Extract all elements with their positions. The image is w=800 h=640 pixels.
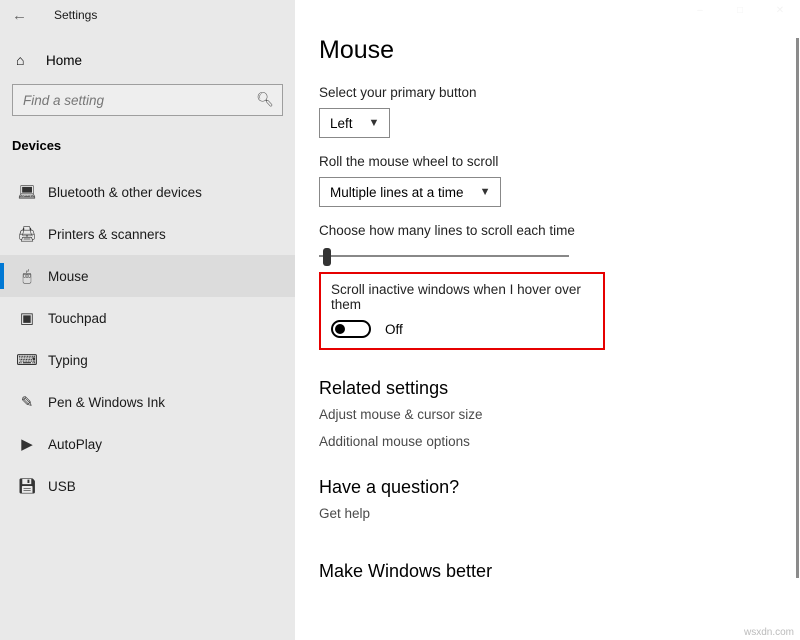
- slider-thumb[interactable]: [323, 248, 331, 266]
- sidebar-item-touchpad[interactable]: ▣ Touchpad: [0, 297, 295, 339]
- printer-icon: 🖨︎: [16, 225, 38, 243]
- inactive-toggle[interactable]: [331, 320, 371, 338]
- toggle-knob: [335, 324, 345, 334]
- sidebar-item-label: Pen & Windows Ink: [48, 395, 165, 410]
- sidebar-item-usb[interactable]: 💾︎ USB: [0, 465, 295, 507]
- sidebar-item-label: Touchpad: [48, 311, 107, 326]
- link-get-help[interactable]: Get help: [319, 506, 800, 521]
- touchpad-icon: ▣: [16, 309, 38, 327]
- sidebar-item-label: USB: [48, 479, 76, 494]
- sidebar-item-printers[interactable]: 🖨︎ Printers & scanners: [0, 213, 295, 255]
- home-icon: ⌂: [16, 52, 38, 68]
- inactive-label: Scroll inactive windows when I hover ove…: [331, 282, 593, 312]
- category-header: Devices: [0, 124, 295, 163]
- sidebar-item-label: AutoPlay: [48, 437, 102, 452]
- keyboard-icon: ⌨: [16, 351, 38, 369]
- content-pane: – □ ✕ Mouse Select your primary button L…: [295, 0, 800, 640]
- usb-icon: 💾︎: [16, 477, 38, 495]
- sidebar-item-label: Mouse: [48, 269, 89, 284]
- question-heading: Have a question?: [319, 477, 800, 498]
- search-input[interactable]: [13, 85, 282, 115]
- primary-button-dropdown[interactable]: Left ▼: [319, 108, 390, 138]
- bluetooth-icon: 💻︎: [16, 183, 38, 201]
- wheel-scroll-dropdown[interactable]: Multiple lines at a time ▼: [319, 177, 501, 207]
- wheel-scroll-block: Roll the mouse wheel to scroll Multiple …: [319, 154, 800, 207]
- app-title: Settings: [54, 8, 97, 22]
- related-heading: Related settings: [319, 378, 800, 399]
- search-box[interactable]: 🔍︎: [12, 84, 283, 116]
- autoplay-icon: ▶: [16, 435, 38, 453]
- make-better-heading: Make Windows better: [319, 561, 800, 582]
- home-button[interactable]: ⌂ Home: [0, 40, 295, 80]
- sidebar-item-pen[interactable]: ✎ Pen & Windows Ink: [0, 381, 295, 423]
- titlebar: ← Settings: [0, 0, 295, 30]
- inactive-toggle-row: Off: [331, 320, 593, 338]
- sidebar-item-label: Typing: [48, 353, 88, 368]
- link-additional-mouse[interactable]: Additional mouse options: [319, 434, 800, 449]
- sidebar-item-typing[interactable]: ⌨ Typing: [0, 339, 295, 381]
- primary-button-block: Select your primary button Left ▼: [319, 85, 800, 138]
- link-adjust-mouse[interactable]: Adjust mouse & cursor size: [319, 407, 800, 422]
- dropdown-value: Multiple lines at a time: [330, 185, 464, 200]
- search-icon: 🔍︎: [256, 91, 274, 108]
- page-title: Mouse: [319, 36, 800, 65]
- lines-label: Choose how many lines to scroll each tim…: [319, 223, 800, 238]
- sidebar-item-label: Bluetooth & other devices: [48, 185, 202, 200]
- primary-button-label: Select your primary button: [319, 85, 800, 100]
- sidebar-item-autoplay[interactable]: ▶ AutoPlay: [0, 423, 295, 465]
- dropdown-value: Left: [330, 116, 353, 131]
- chevron-down-icon: ▼: [480, 186, 491, 198]
- wheel-scroll-label: Roll the mouse wheel to scroll: [319, 154, 800, 169]
- lines-block: Choose how many lines to scroll each tim…: [319, 223, 800, 266]
- home-label: Home: [46, 53, 82, 68]
- chevron-down-icon: ▼: [369, 117, 380, 129]
- highlight-box: Scroll inactive windows when I hover ove…: [319, 272, 605, 350]
- content-inner: Mouse Select your primary button Left ▼ …: [295, 0, 800, 640]
- sidebar-item-label: Printers & scanners: [48, 227, 166, 242]
- nav-list: 💻︎ Bluetooth & other devices 🖨︎ Printers…: [0, 171, 295, 507]
- lines-slider[interactable]: [319, 246, 569, 266]
- sidebar-item-bluetooth[interactable]: 💻︎ Bluetooth & other devices: [0, 171, 295, 213]
- mouse-icon: 🖱︎: [16, 268, 38, 285]
- watermark: wsxdn.com: [744, 627, 794, 638]
- pen-icon: ✎: [16, 393, 38, 411]
- search-container: 🔍︎: [0, 80, 295, 124]
- back-icon[interactable]: ←: [12, 7, 34, 24]
- slider-track: [319, 255, 569, 257]
- toggle-state: Off: [385, 322, 403, 337]
- sidebar-item-mouse[interactable]: 🖱︎ Mouse: [0, 255, 295, 297]
- sidebar: ← Settings ⌂ Home 🔍︎ Devices 💻︎ Bluetoot…: [0, 0, 295, 640]
